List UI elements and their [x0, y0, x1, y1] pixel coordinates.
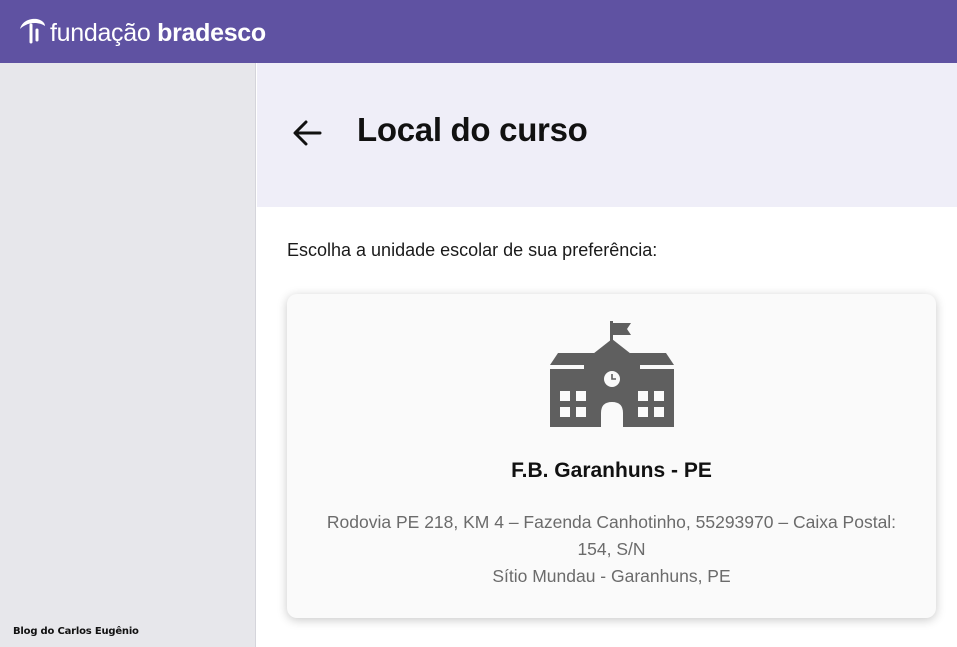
address-line: 154, S/N [577, 539, 646, 559]
watermark-text: Blog do Carlos Eugênio [13, 626, 139, 637]
page-title: Local do curso [357, 111, 588, 148]
fundacao-bradesco-logo[interactable]: fundação bradesco [17, 16, 266, 48]
bradesco-tree-icon [20, 18, 45, 43]
back-button[interactable] [289, 115, 325, 151]
address-line: Sítio Mundau - Garanhuns, PE [492, 566, 731, 586]
sidebar [0, 63, 256, 647]
arrow-left-icon [293, 120, 322, 146]
instruction-text: Escolha a unidade escolar de sua preferê… [287, 240, 658, 260]
address-line: Rodovia PE 218, KM 4 – Fazenda Canhotinh… [326, 512, 897, 532]
unit-address: Rodovia PE 218, KM 4 – Fazenda Canhotinh… [307, 509, 916, 590]
page-header: Local do curso [257, 63, 957, 207]
brand-name-bold: bradesco [157, 19, 266, 47]
main-content: Local do curso Escolha a unidade escolar… [257, 63, 957, 647]
school-building-icon [550, 321, 674, 427]
unit-name: F.B. Garanhuns - PE [511, 459, 712, 482]
top-bar: fundação bradesco [0, 0, 957, 63]
brand-name-light: fundação [50, 19, 151, 47]
school-unit-card[interactable]: F.B. Garanhuns - PE Rodovia PE 218, KM 4… [287, 294, 936, 618]
